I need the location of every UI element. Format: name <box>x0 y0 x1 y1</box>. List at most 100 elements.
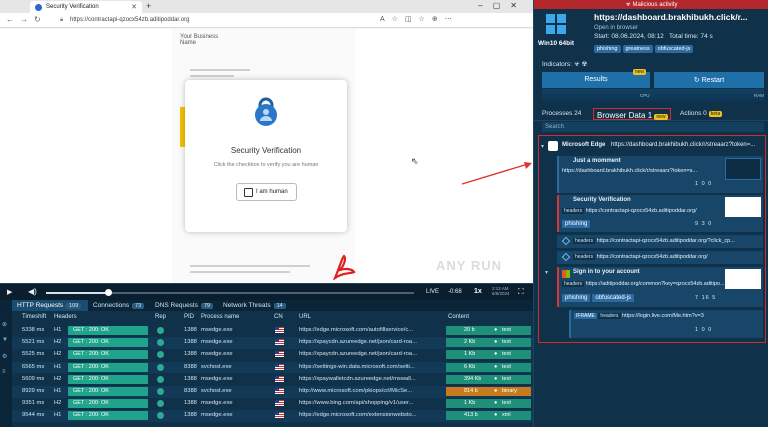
tag-phishing[interactable]: phishing <box>562 220 591 228</box>
collapse-icon[interactable]: ▾ <box>541 143 544 150</box>
globe-icon[interactable]: ⊕ <box>2 321 10 329</box>
cell-content[interactable]: 413 b ● xml <box>446 411 531 421</box>
cell-content[interactable]: 394 Kb ● text <box>446 374 531 384</box>
task-url-title[interactable]: https://dashboard.brakhibukh.click/r... <box>594 12 748 22</box>
table-row[interactable]: 9544 ms H1 GET : 200: OK 1388 msedge.exe http… <box>12 410 533 422</box>
cell-content[interactable]: 1 Kb ● text <box>446 399 531 409</box>
table-row[interactable]: 5521 ms H2 GET : 200: OK 1388 msedge.exe http… <box>12 337 533 349</box>
cell-url[interactable]: https://settings-win.data.microsoft.com/… <box>299 364 441 370</box>
headers-badge[interactable]: headers <box>598 313 621 319</box>
seek-handle[interactable] <box>105 289 112 296</box>
table-row[interactable]: 9351 ms H2 GET : 200: OK 1388 msedge.exe http… <box>12 398 533 410</box>
tag-obfuscated-js[interactable]: obfuscated-js <box>592 294 635 302</box>
browser-toolbar-icons[interactable]: A☆◫☆⊕⋯ <box>380 15 459 23</box>
tab-network-threats[interactable]: Network Threats 14 <box>218 300 294 311</box>
browser-data-search[interactable]: Search <box>542 122 764 132</box>
tag-phishing[interactable]: phishing <box>594 45 621 53</box>
cell-timeshift: 9544 ms <box>22 412 45 419</box>
cell-http-version: H2 <box>54 400 62 407</box>
status-text: GET : 200: OK <box>73 412 109 419</box>
new-tab-icon[interactable]: + <box>146 1 151 11</box>
tab-processes[interactable]: Processes 24 <box>542 110 581 117</box>
table-row[interactable]: 5525 ms H2 GET : 200: OK 1388 msedge.exe http… <box>12 349 533 361</box>
volume-icon[interactable]: ◀) <box>28 287 37 296</box>
cell-content[interactable]: 20 b ● text <box>446 326 531 335</box>
cell-url[interactable]: https://www.bing.com/api/shopping/v1/use… <box>299 400 441 406</box>
playback-speed-button[interactable]: 1x <box>474 288 482 295</box>
tree-node-click-url[interactable]: headers https://contractapi-qzocx54zb.ad… <box>557 235 763 248</box>
list-icon[interactable]: ≡ <box>2 369 10 377</box>
browser-tab[interactable]: Security Verification ✕ <box>30 1 142 13</box>
tree-node-sign-in[interactable]: Sign in to your account headers https://… <box>557 267 763 307</box>
content-type: text <box>502 339 511 346</box>
i-am-human-checkbox[interactable]: I am human <box>236 183 297 201</box>
col-url[interactable]: URL <box>299 314 311 320</box>
cell-url[interactable]: https://edge.microsoft.com/extensionwebs… <box>299 412 441 418</box>
col-rep[interactable]: Rep <box>155 314 166 320</box>
tag-phishing[interactable]: phishing <box>562 294 591 302</box>
col-content[interactable]: Content <box>448 314 469 320</box>
reputation-check-icon <box>157 327 164 334</box>
tab-actions[interactable]: Actions 0 beta <box>680 110 723 117</box>
collapse-icon[interactable]: ▾ <box>545 269 548 276</box>
tag-obfuscated-js[interactable]: obfuscated-js <box>654 45 694 53</box>
tab-http-requests[interactable]: HTTP Requests 109 <box>12 300 88 311</box>
cell-url[interactable]: https://xpaycdn.azureedge.net/json/card-… <box>299 339 441 345</box>
cell-url[interactable]: https://edge.microsoft.com/autofillservi… <box>299 327 441 333</box>
node-thumbnail[interactable] <box>725 158 761 180</box>
live-label[interactable]: LIVE <box>426 289 439 295</box>
tag-greatness[interactable]: greatness <box>622 45 653 53</box>
cell-content[interactable]: 814 b ● binary <box>446 387 531 396</box>
status-text: GET : 200: OK <box>73 339 109 346</box>
open-in-browser-link[interactable]: Open in browser <box>594 25 638 31</box>
cell-pid: 1388 <box>184 400 197 407</box>
mouse-cursor-icon: ⇖ <box>411 156 419 166</box>
node-title: Sign in to your account <box>573 269 640 275</box>
node-thumbnail[interactable] <box>725 269 761 289</box>
tree-app-name[interactable]: Microsoft Edge <box>562 142 605 148</box>
checkbox-icon[interactable] <box>244 188 253 197</box>
cell-content[interactable]: 6 Kb ● text <box>446 362 531 372</box>
url-field[interactable]: 🔒︎ https://contractapi-qzocx54zb.aditipo… <box>60 15 400 26</box>
play-icon[interactable]: ▶ <box>7 288 12 296</box>
headers-badge[interactable]: headers <box>562 208 585 214</box>
cell-url[interactable]: http://www.microsoft.com/pkiops/crl/MicS… <box>299 388 441 394</box>
table-row[interactable]: 5338 ms H1 GET : 200: OK 1388 msedge.exe http… <box>12 325 533 337</box>
content-type-icon: ● <box>494 327 498 333</box>
col-timeshift[interactable]: Timeshift <box>22 314 46 320</box>
tree-node-security-verification[interactable]: Security Verification headers https://co… <box>557 195 763 232</box>
fullscreen-icon[interactable]: ⛶ <box>518 287 524 297</box>
biohazard-indicator-icon[interactable]: ☣ <box>574 61 580 68</box>
settings-icon[interactable]: ⚙ <box>2 353 10 361</box>
cell-url[interactable]: https://xpaywalletcdn.azureedge.net/mswa… <box>299 376 441 382</box>
cell-content[interactable]: 1 Kb ● text <box>446 350 531 360</box>
close-tab-icon[interactable]: ✕ <box>131 3 137 11</box>
cell-content[interactable]: 2 Kb ● text <box>446 338 531 348</box>
headers-badge[interactable]: headers <box>562 281 585 287</box>
filter-icon[interactable]: ▼ <box>2 337 10 345</box>
headers-badge[interactable]: headers <box>573 238 596 244</box>
col-pid[interactable]: PID <box>184 314 194 320</box>
tree-node-iframe[interactable]: IFRAME headers https://login.live.com/Me… <box>569 310 763 338</box>
restart-button[interactable]: ↻ Restart <box>654 72 764 88</box>
nav-back-forward-reload-icon[interactable]: ←→↻ <box>6 15 47 24</box>
tree-node-just-a-moment[interactable]: Just a momment https://dashboard.brakhib… <box>557 156 763 193</box>
node-thumbnail[interactable] <box>725 197 761 217</box>
reputation-check-icon <box>157 351 164 359</box>
window-controls-icon[interactable]: –▢✕ <box>478 1 527 10</box>
tree-app-url[interactable]: https://dashboard.brakhibukh.click/r/str… <box>611 142 755 148</box>
col-cn[interactable]: CN <box>274 314 283 320</box>
headers-badge[interactable]: headers <box>573 254 596 260</box>
radiation-indicator-icon[interactable]: ☢ <box>581 61 587 68</box>
cell-url[interactable]: https://xpaycdn.azureedge.net/json/card-… <box>299 351 441 357</box>
tab-browser-data[interactable]: Browser Data 1 new <box>593 108 671 120</box>
col-headers[interactable]: Headers <box>54 314 77 320</box>
tab-connections[interactable]: Connections 73 <box>88 300 150 311</box>
table-row[interactable]: 5609 ms H2 GET : 200: OK 1388 msedge.exe http… <box>12 374 533 386</box>
table-row[interactable]: 8929 ms H1 GET : 200: OK 8388 svchost.exe htt… <box>12 386 533 398</box>
tab-dns-requests[interactable]: DNS Requests 79 <box>150 300 218 311</box>
col-process-name[interactable]: Process name <box>201 314 239 320</box>
table-row[interactable]: 6565 ms H1 GET : 200: OK 8388 svchost.exe htt… <box>12 361 533 374</box>
tree-node-contract-url[interactable]: headers https://contractapi-qzocx54zb.ad… <box>557 251 763 264</box>
results-button[interactable]: Results new <box>542 69 650 88</box>
